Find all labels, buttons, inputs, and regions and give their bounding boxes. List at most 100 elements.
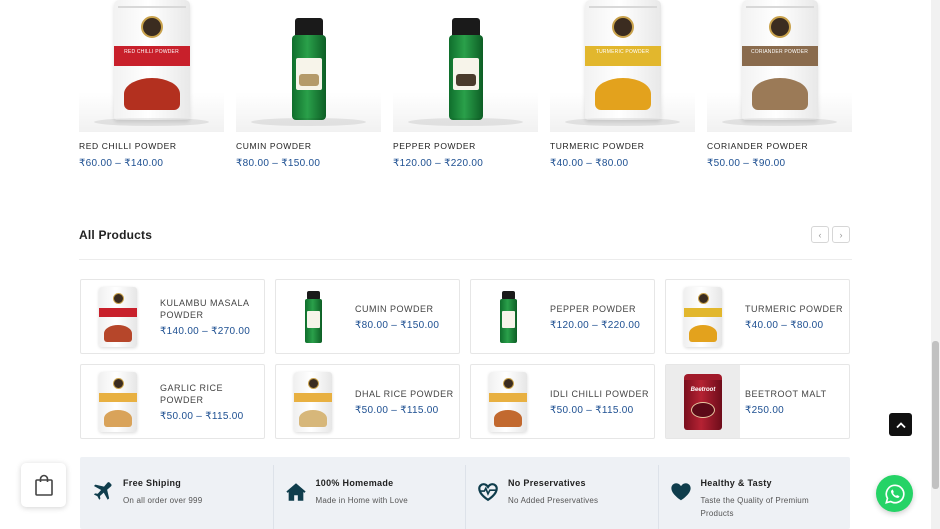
product-card[interactable]: DHAL RICE POWDER ₹50.00 – ₹115.00 — [275, 364, 460, 439]
product-image[interactable]: Beetroot — [666, 365, 740, 438]
product-name[interactable]: GARLIC RICE POWDER — [160, 382, 264, 406]
whatsapp-chat-button[interactable] — [876, 475, 913, 512]
product-card[interactable]: PEPPER POWDER ₹120.00 – ₹220.00 — [470, 279, 655, 354]
product-price: ₹40.00 – ₹80.00 — [745, 319, 824, 331]
feature-title: Free Shiping — [123, 478, 182, 488]
product-image[interactable]: RED CHILLI POWDER — [79, 0, 224, 132]
tin-picture — [691, 401, 715, 418]
spice-pile — [104, 409, 132, 427]
pouch-label — [294, 392, 332, 402]
carousel-prev-button[interactable]: ‹ — [811, 226, 829, 243]
product-price: ₹120.00 – ₹220.00 — [393, 158, 484, 169]
pouch-label: CORIANDER POWDER — [741, 46, 818, 66]
product-image[interactable] — [666, 280, 740, 353]
product-card[interactable]: TURMERIC POWDER TURMERIC POWDER ₹40.00 – ₹… — [550, 0, 695, 175]
chevron-up-icon — [895, 421, 906, 428]
bottle-label — [452, 58, 479, 90]
product-name[interactable]: CORIANDER POWDER — [707, 141, 852, 151]
feature-no-preservatives: No Preservatives No Added Preservatives — [465, 457, 658, 529]
feature-homemade: 100% Homemade Made in Home with Love — [272, 457, 466, 529]
shopping-bag-icon — [34, 474, 53, 496]
product-name[interactable]: CUMIN POWDER — [355, 303, 459, 315]
chevron-right-icon: › — [839, 229, 843, 240]
product-image[interactable] — [471, 365, 545, 438]
floating-cart-button[interactable] — [21, 463, 66, 507]
product-info: KULAMBU MASALA POWDER ₹140.00 – ₹270.00 — [155, 297, 264, 337]
product-card[interactable]: CUMIN POWDER ₹80.00 – ₹150.00 — [275, 279, 460, 354]
product-name[interactable]: TURMERIC POWDER — [745, 303, 849, 315]
scroll-to-top-button[interactable] — [889, 413, 912, 436]
spice-pouch — [294, 371, 332, 432]
spice-pile — [689, 324, 717, 342]
product-card[interactable]: RED CHILLI POWDER RED CHILLI POWDER ₹60.00… — [79, 0, 224, 175]
bottle-label — [306, 310, 320, 328]
brand-logo — [768, 16, 791, 38]
page-scrollbar-thumb[interactable] — [932, 341, 939, 489]
product-name[interactable]: IDLI CHILLI POWDER — [550, 388, 654, 400]
product-card[interactable]: CORIANDER POWDER CORIANDER POWDER ₹50.00 –… — [707, 0, 852, 175]
product-shadow — [565, 118, 680, 126]
spice-pile — [594, 78, 651, 110]
spice-pouch: TURMERIC POWDER — [584, 0, 661, 120]
brand-logo — [611, 16, 634, 38]
product-image[interactable] — [471, 280, 545, 353]
bottle-spice — [298, 74, 319, 86]
pouch-label — [684, 307, 722, 317]
product-price: ₹120.00 – ₹220.00 — [550, 319, 641, 331]
carousel-next-button[interactable]: › — [832, 226, 850, 243]
feature-healthy-tasty: Healthy & Tasty Taste the Quality of Pre… — [657, 457, 851, 529]
malt-tin: Beetroot — [684, 373, 722, 430]
product-card[interactable]: KULAMBU MASALA POWDER ₹140.00 – ₹270.00 — [80, 279, 265, 354]
pouch-label — [99, 307, 137, 317]
product-image[interactable] — [276, 365, 350, 438]
product-shadow — [251, 118, 366, 126]
product-shadow — [408, 118, 523, 126]
spice-pouch — [489, 371, 527, 432]
product-name[interactable]: DHAL RICE POWDER — [355, 388, 459, 400]
product-price: ₹80.00 – ₹150.00 — [355, 319, 440, 331]
product-name[interactable]: TURMERIC POWDER — [550, 141, 695, 151]
feature-free-shipping: Free Shiping On all order over 999 — [80, 457, 273, 529]
product-image[interactable] — [81, 280, 155, 353]
product-price: ₹50.00 – ₹115.00 — [355, 404, 439, 416]
product-card[interactable]: Beetroot BEETROOT MALT ₹250.00 — [665, 364, 850, 439]
bottle-label — [295, 58, 322, 90]
product-name[interactable]: PEPPER POWDER — [550, 303, 654, 315]
product-info: DHAL RICE POWDER ₹50.00 – ₹115.00 — [350, 388, 459, 416]
section-divider — [79, 259, 852, 260]
pouch-zip — [588, 6, 657, 8]
product-card[interactable]: PEPPER POWDER ₹120.00 – ₹220.00 — [393, 0, 538, 175]
bottle-label — [501, 310, 515, 328]
product-price: ₹40.00 – ₹80.00 — [550, 158, 629, 169]
product-name[interactable]: BEETROOT MALT — [745, 388, 849, 400]
product-image[interactable]: CORIANDER POWDER — [707, 0, 852, 132]
pouch-zip — [117, 6, 186, 8]
product-card[interactable]: TURMERIC POWDER ₹40.00 – ₹80.00 — [665, 279, 850, 354]
pouch-label-text: TURMERIC POWDER — [595, 49, 650, 55]
product-info: CUMIN POWDER ₹80.00 – ₹150.00 — [350, 303, 459, 331]
feature-title: No Preservatives — [508, 478, 586, 488]
product-name[interactable]: CUMIN POWDER — [236, 141, 381, 151]
product-price: ₹140.00 – ₹270.00 — [160, 325, 251, 337]
product-card[interactable]: IDLI CHILLI POWDER ₹50.00 – ₹115.00 — [470, 364, 655, 439]
product-shadow — [722, 118, 837, 126]
airplane-icon — [93, 482, 112, 500]
product-image[interactable] — [236, 0, 381, 132]
product-name[interactable]: KULAMBU MASALA POWDER — [160, 297, 264, 321]
tin-label: Beetroot — [690, 386, 716, 393]
product-card[interactable]: GARLIC RICE POWDER ₹50.00 – ₹115.00 — [80, 364, 265, 439]
product-image[interactable] — [81, 365, 155, 438]
spice-pile — [751, 78, 808, 110]
product-name[interactable]: RED CHILLI POWDER — [79, 141, 224, 151]
whatsapp-icon — [884, 483, 905, 504]
product-price: ₹60.00 – ₹140.00 — [79, 158, 164, 169]
product-info: PEPPER POWDER ₹120.00 – ₹220.00 — [545, 303, 654, 331]
bottle-cap — [294, 18, 323, 36]
bottle-cap — [451, 18, 480, 36]
product-name[interactable]: PEPPER POWDER — [393, 141, 538, 151]
product-card[interactable]: CUMIN POWDER ₹80.00 – ₹150.00 — [236, 0, 381, 175]
product-image[interactable]: TURMERIC POWDER — [550, 0, 695, 132]
product-image[interactable] — [393, 0, 538, 132]
spice-pouch — [99, 371, 137, 432]
product-image[interactable] — [276, 280, 350, 353]
